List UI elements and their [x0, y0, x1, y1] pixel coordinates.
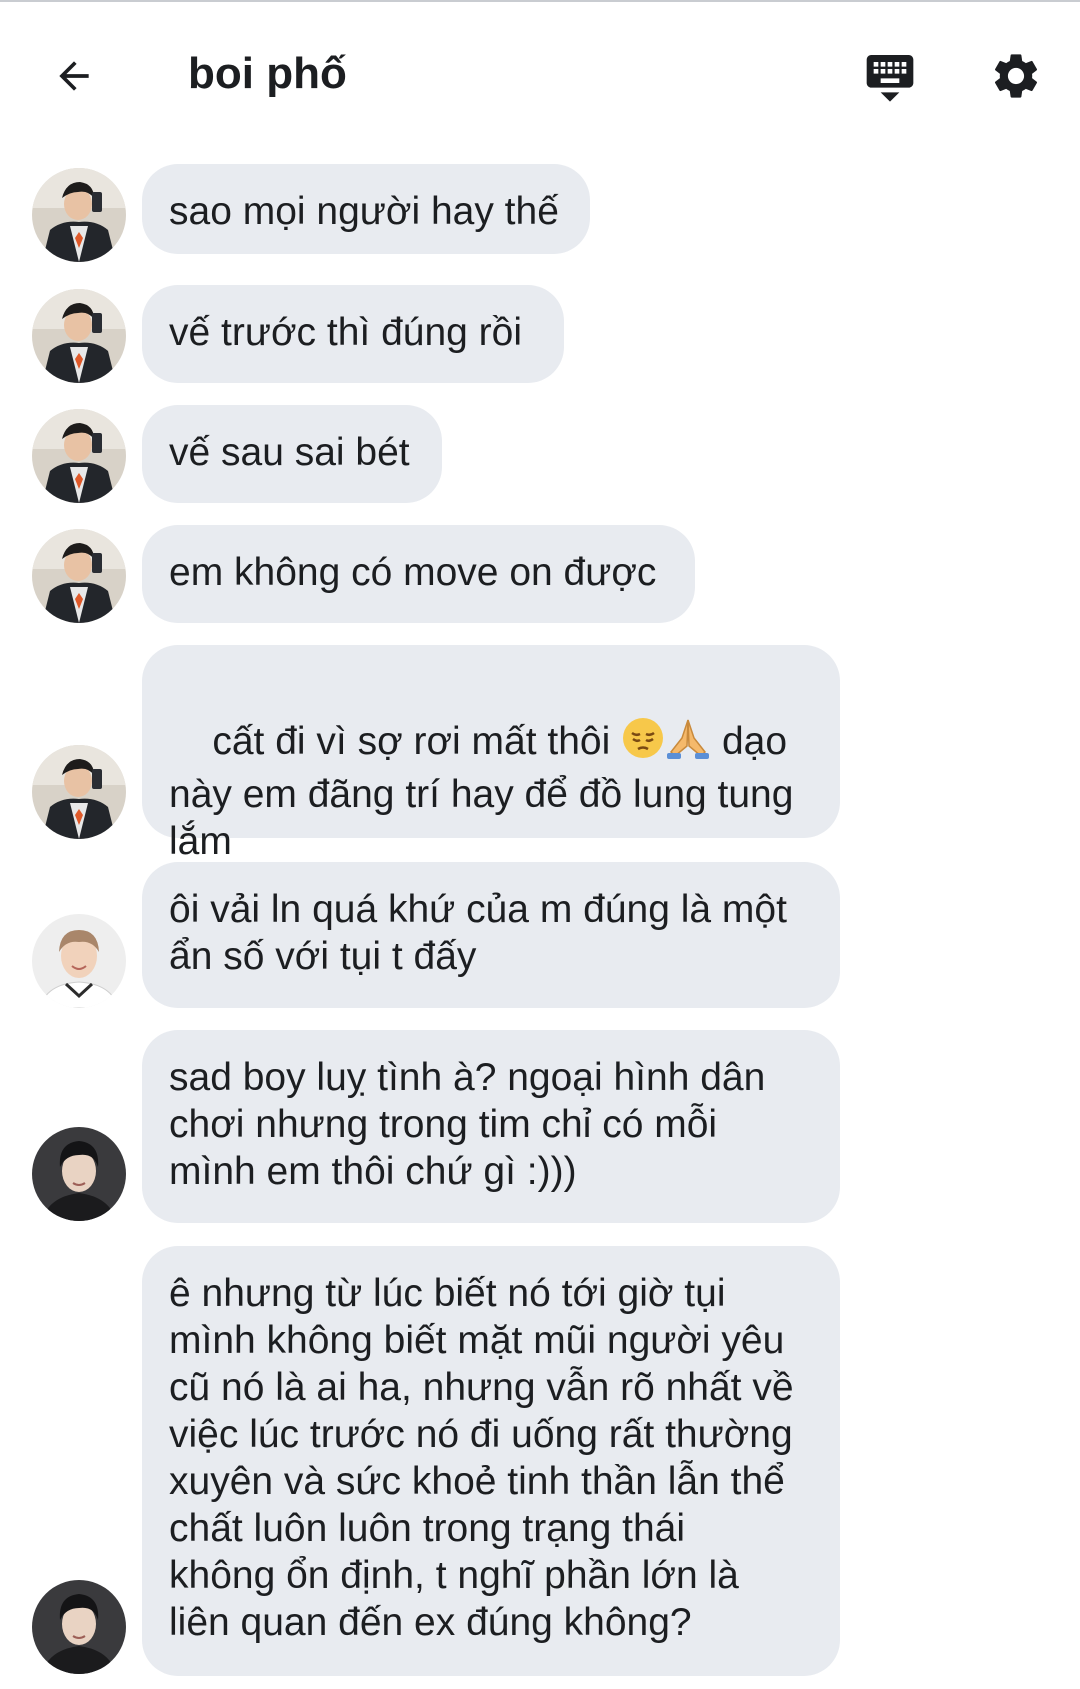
message-bubble[interactable]: em không có move on được	[142, 525, 695, 623]
back-button[interactable]	[42, 44, 106, 108]
settings-button[interactable]	[984, 44, 1048, 108]
message-bubble[interactable]: sao mọi người hay thế	[142, 164, 590, 254]
message-bubble[interactable]: ê nhưng từ lúc biết nó tới giờ tụi mình …	[142, 1246, 840, 1676]
avatar[interactable]	[32, 529, 126, 623]
avatar[interactable]	[32, 1127, 126, 1221]
pensive-face-icon	[621, 716, 665, 771]
avatar[interactable]	[32, 745, 126, 839]
conversation-header: boi phố	[0, 2, 1080, 142]
message-text: cất đi vì sợ rơi mất thôi	[212, 720, 622, 763]
avatar[interactable]	[32, 289, 126, 383]
avatar[interactable]	[32, 409, 126, 503]
keyboard-icon	[866, 55, 914, 102]
message-bubble[interactable]: sad boy luỵ tình à? ngoại hình dân chơi …	[142, 1030, 840, 1223]
avatar[interactable]	[32, 914, 126, 1008]
folded-hands-icon	[665, 716, 711, 771]
message-bubble[interactable]: vế sau sai bét	[142, 405, 442, 503]
avatar[interactable]	[32, 1580, 126, 1674]
message-bubble[interactable]: ôi vải ln quá khứ của m đúng là một ẩn s…	[142, 862, 840, 1008]
avatar[interactable]	[32, 168, 126, 262]
page-title: boi phố	[188, 49, 347, 98]
message-bubble[interactable]: vế trước thì đúng rồi	[142, 285, 564, 383]
keyboard-button[interactable]	[858, 44, 922, 108]
arrow-left-icon	[59, 61, 89, 91]
gear-icon	[994, 54, 1038, 98]
message-bubble[interactable]: cất đi vì sợ rơi mất thôi dạo này em đãn…	[142, 645, 840, 863]
